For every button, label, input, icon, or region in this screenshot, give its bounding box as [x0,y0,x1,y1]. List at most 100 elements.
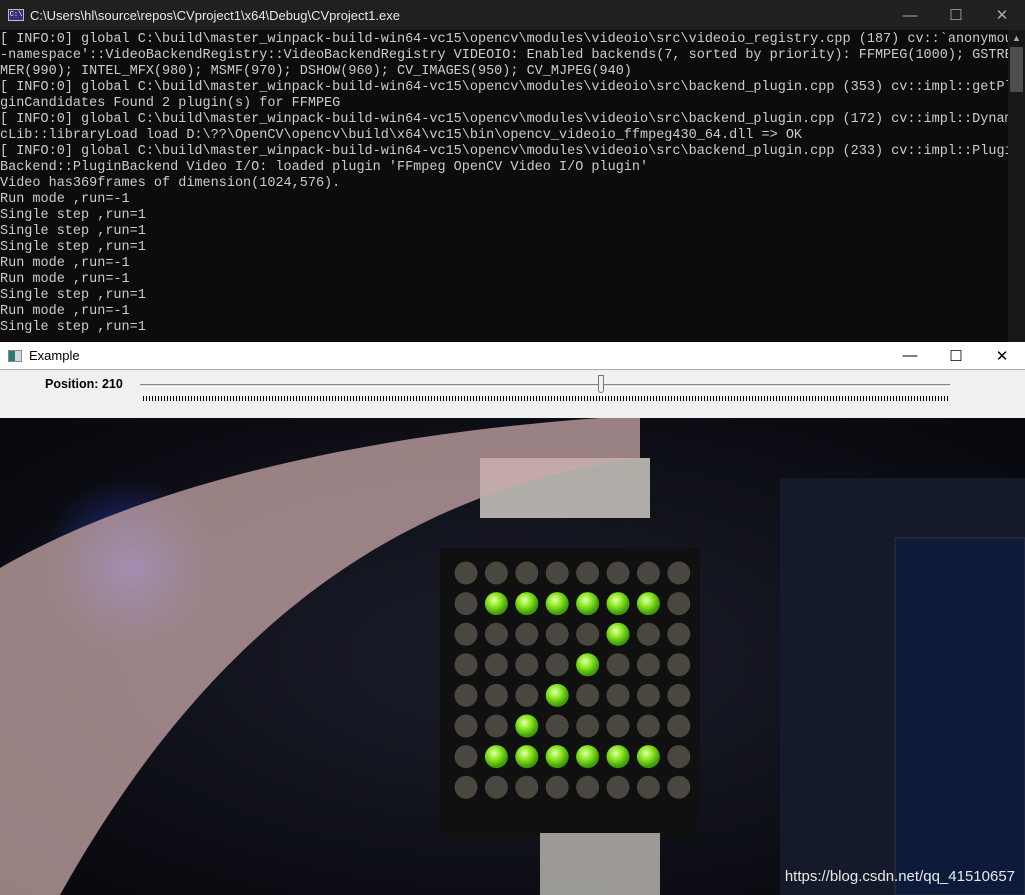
lcd-screen [894,537,1025,895]
scrollbar-thumb[interactable] [1010,47,1023,92]
led-on [576,653,600,677]
led-on [515,745,539,769]
led-on [515,714,539,738]
led-off [667,561,691,585]
led-off [576,775,600,799]
console-line: [ INFO:0] global C:\build\master_winpack… [0,112,1008,127]
led-off [636,622,660,646]
led-off [606,561,630,585]
led-off [484,714,508,738]
console-line: [ INFO:0] global C:\build\master_winpack… [0,80,1008,95]
console-line: MER(990); INTEL_MFX(980); MSMF(970); DSH… [0,64,632,79]
led-off [636,714,660,738]
maximize-button[interactable]: ☐ [933,342,979,369]
led-off [576,622,600,646]
console-scrollbar[interactable]: ▲ [1008,30,1025,342]
led-off [454,561,478,585]
console-line: Single step ,run=1 [0,224,146,239]
console-line: -namespace'::VideoBackendRegistry::Video… [0,48,1008,63]
console-line: Backend::PluginBackend Video I/O: loaded… [0,160,649,175]
led-off [545,775,569,799]
console-line: Run mode ,run=-1 [0,304,130,319]
console-window: C:\ C:\Users\hl\source\repos\CVproject1\… [0,0,1025,342]
console-output: [ INFO:0] global C:\build\master_winpack… [0,32,1008,342]
led-matrix-body [440,548,700,838]
led-off [515,683,539,707]
close-button[interactable]: ✕ [979,342,1025,369]
console-title: C:\Users\hl\source\repos\CVproject1\x64\… [30,7,400,23]
console-line: Run mode ,run=-1 [0,192,130,207]
console-title-bar[interactable]: C:\ C:\Users\hl\source\repos\CVproject1\… [0,0,1025,30]
led-on [576,592,600,616]
led-off [515,653,539,677]
close-button[interactable]: ✕ [979,0,1025,30]
window-icon [8,349,22,362]
led-on [545,683,569,707]
led-off [636,683,660,707]
console-line: Single step ,run=1 [0,208,146,223]
video-frame-image [0,418,1025,895]
led-off [484,683,508,707]
led-off [606,775,630,799]
led-off [454,653,478,677]
led-off [454,714,478,738]
maximize-button[interactable]: ☐ [933,0,979,30]
watermark: https://blog.csdn.net/qq_41510657 [784,868,1015,885]
led-on [545,745,569,769]
led-off [545,622,569,646]
led-on [636,745,660,769]
trackbar-ticks [143,396,948,401]
led-off [545,653,569,677]
trackbar-thumb[interactable] [597,375,604,393]
minimize-button[interactable]: — [887,0,933,30]
led-off [606,653,630,677]
led-off [667,592,691,616]
led-off [667,653,691,677]
led-off [484,561,508,585]
led-off [606,714,630,738]
connector [540,833,660,895]
led-off [667,622,691,646]
led-on [606,622,630,646]
led-off [576,714,600,738]
console-line: Single step ,run=1 [0,320,146,335]
led-on [484,745,508,769]
led-off [484,775,508,799]
led-off [576,683,600,707]
led-off [606,683,630,707]
console-line: Single step ,run=1 [0,240,146,255]
led-off [667,714,691,738]
led-off [515,561,539,585]
led-off [576,561,600,585]
console-line: Video has369frames of dimension(1024,576… [0,176,341,191]
led-off [667,683,691,707]
trackbar-track[interactable] [140,384,950,387]
console-line: ginCandidates Found 2 plugin(s) for FFMP… [0,96,341,111]
console-line: Run mode ,run=-1 [0,272,130,287]
led-off [636,561,660,585]
led-off [515,622,539,646]
example-title-bar[interactable]: Example — ☐ ✕ [0,342,1025,370]
led-off [636,653,660,677]
led-off [484,653,508,677]
scroll-up-icon[interactable]: ▲ [1008,30,1025,47]
console-icon: C:\ [8,9,24,21]
led-off [454,745,478,769]
minimize-button[interactable]: — [887,342,933,369]
led-off [667,775,691,799]
led-on [606,592,630,616]
console-line: cLib::libraryLoad load D:\??\OpenCV\open… [0,128,803,143]
led-on [484,592,508,616]
led-off [454,683,478,707]
led-off [454,592,478,616]
led-off [454,622,478,646]
video-frame: https://blog.csdn.net/qq_41510657 [0,418,1025,895]
led-off [545,561,569,585]
example-title: Example [29,348,80,363]
trackbar-label: Position: 210 [45,377,123,391]
led-on [636,592,660,616]
led-off [484,622,508,646]
position-trackbar[interactable]: Position: 210 [0,370,1025,418]
led-on [576,745,600,769]
example-window: Example — ☐ ✕ Position: 210 https://blog… [0,342,1025,895]
